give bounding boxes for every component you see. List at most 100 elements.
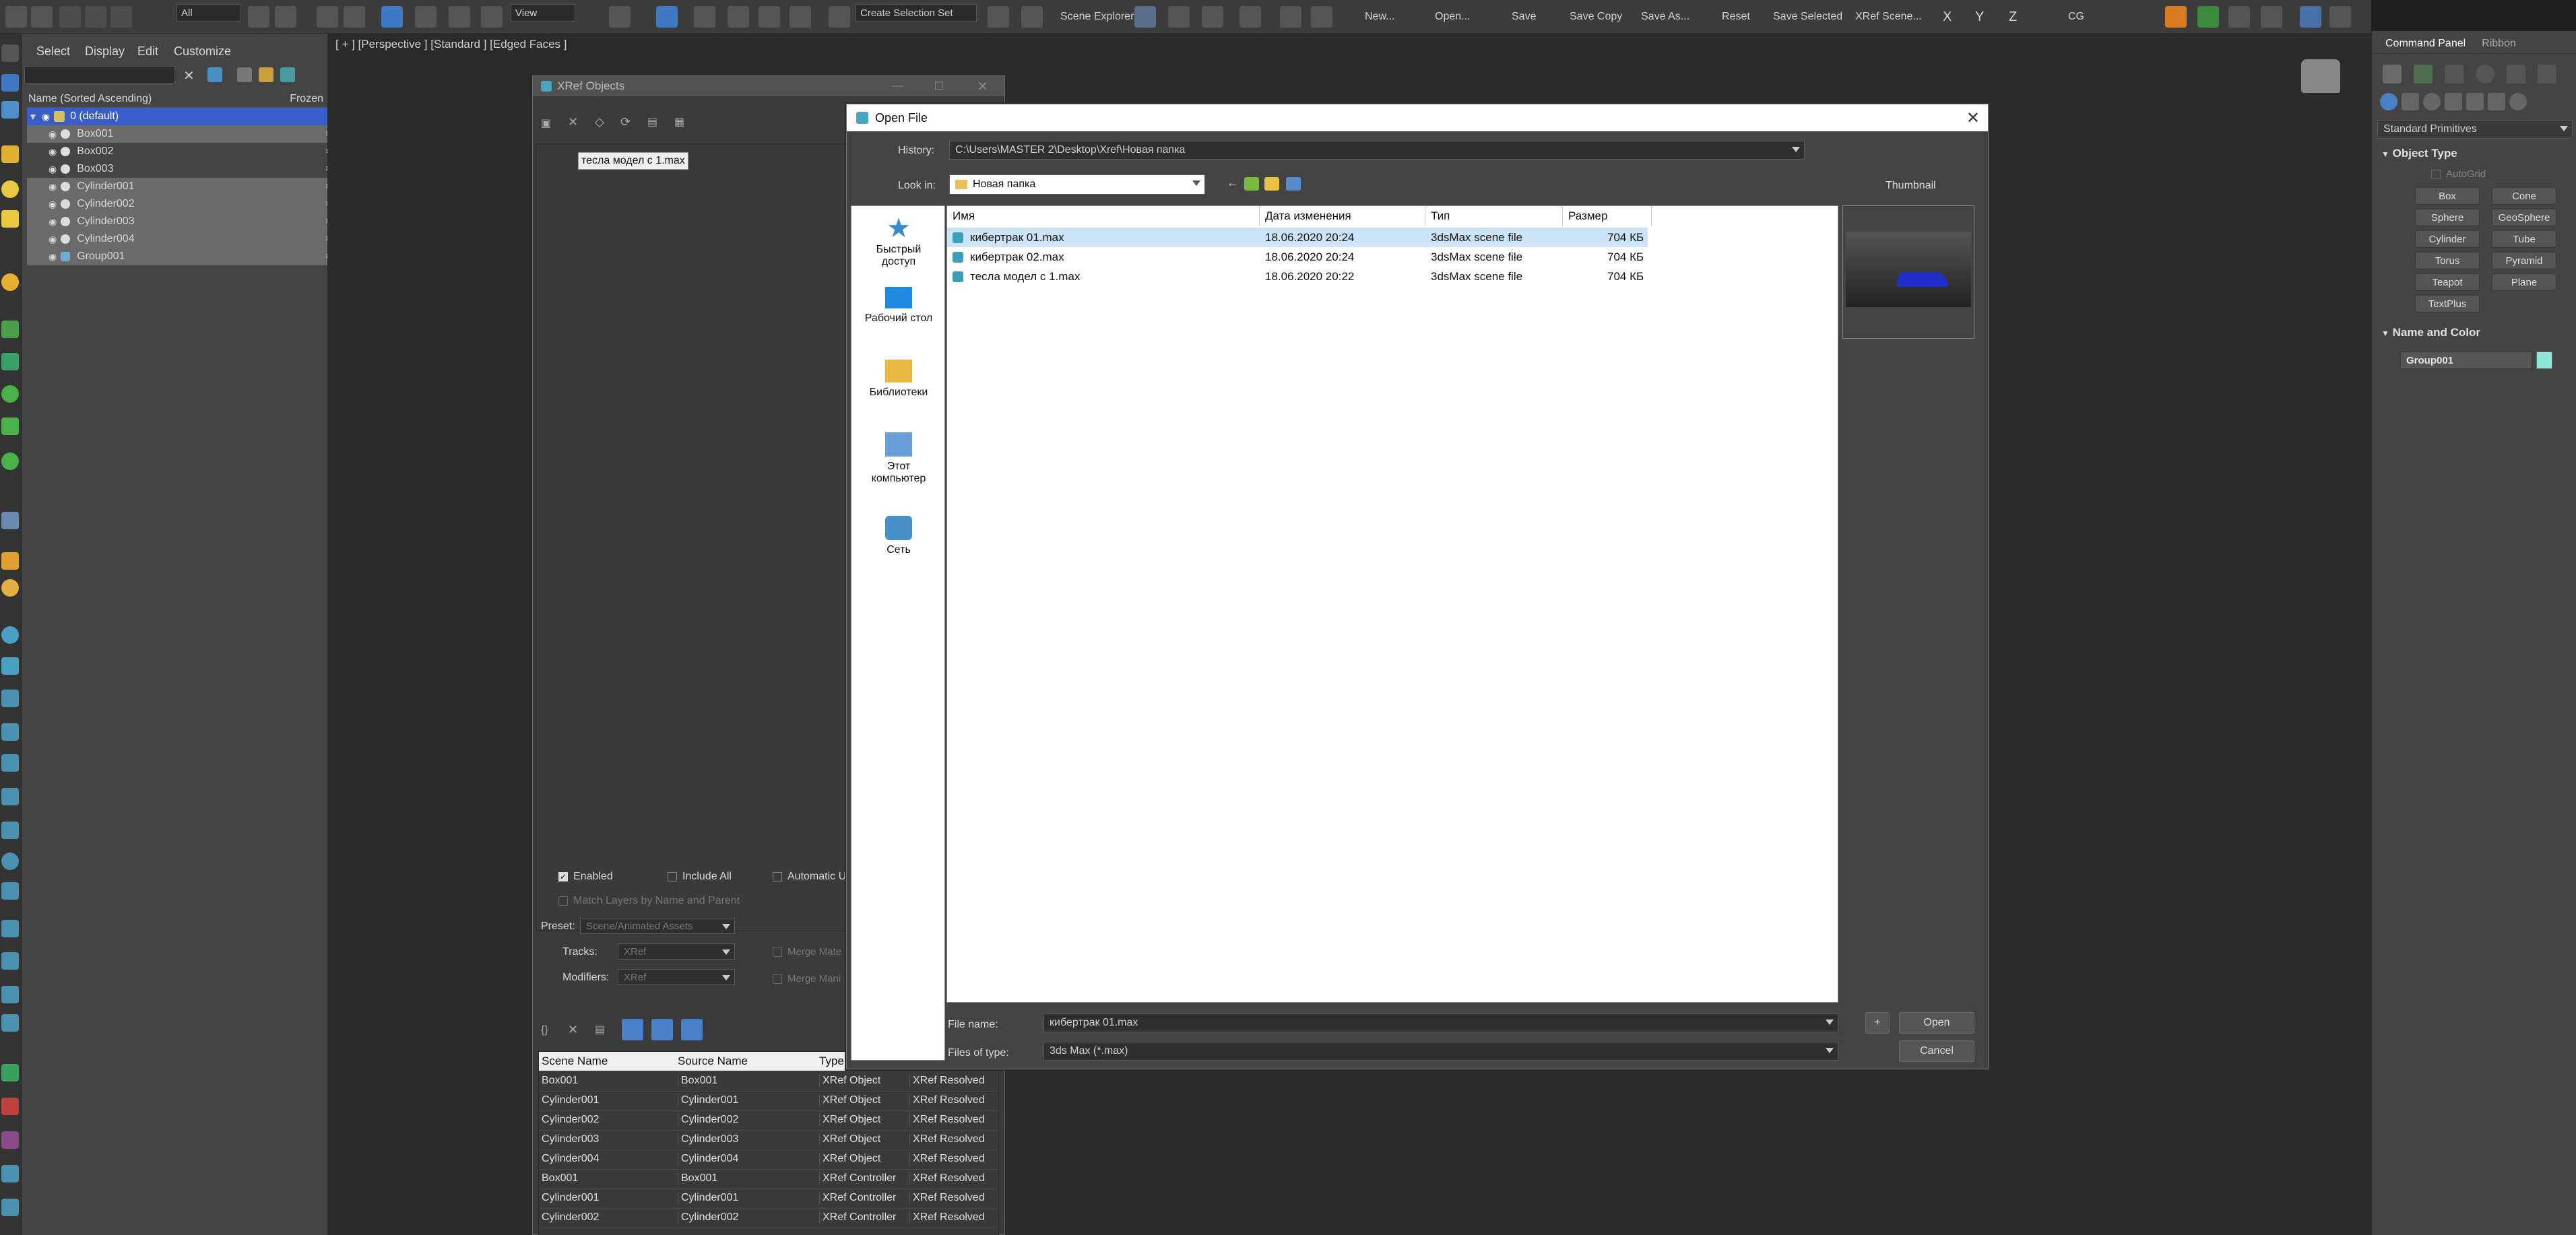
- link-icon[interactable]: [59, 6, 81, 28]
- link-filter-icon[interactable]: [1, 920, 19, 937]
- curve-editor-icon[interactable]: [1168, 6, 1190, 28]
- create-tab-icon[interactable]: [2383, 65, 2402, 84]
- file-row[interactable]: кибертрак 02.max 18.06.2020 20:24 3dsMax s…: [947, 247, 1648, 267]
- place-desktop[interactable]: Рабочий стол: [851, 287, 946, 325]
- column-name-header[interactable]: Name (Sorted Ascending): [28, 93, 152, 105]
- object-type-rollout[interactable]: ▼ Object Type: [2381, 147, 2457, 160]
- spacewarps-category-icon[interactable]: [2488, 93, 2505, 110]
- xref-scene-button[interactable]: XRef Scene...: [1855, 5, 1922, 28]
- selection-filter-dropdown[interactable]: All: [176, 4, 241, 22]
- visibility-icon[interactable]: ◉: [49, 199, 57, 210]
- open-button[interactable]: Open...: [1435, 5, 1470, 28]
- clear-search-icon[interactable]: ✕: [183, 67, 195, 84]
- close-icon[interactable]: ✕: [977, 78, 988, 95]
- lights-category-icon[interactable]: [2423, 93, 2441, 110]
- assets-icon[interactable]: [1, 1165, 19, 1182]
- header-type[interactable]: Type: [819, 1055, 844, 1068]
- visibility-icon[interactable]: ◉: [49, 129, 57, 140]
- spinner-snap-icon[interactable]: [790, 6, 811, 28]
- sun-icon[interactable]: [1, 273, 19, 291]
- render-icon[interactable]: [1311, 6, 1332, 28]
- cone-button[interactable]: Cone: [2492, 187, 2556, 205]
- layer-row[interactable]: ▼ ◉ 0 (default): [27, 108, 349, 125]
- scene-object-row[interactable]: ◉Box002❄: [27, 143, 349, 160]
- image-icon[interactable]: [2300, 6, 2321, 28]
- file-list[interactable]: Имя Дата изменения Тип Размер кибертрак …: [946, 205, 1838, 1003]
- up-folder-icon[interactable]: [1244, 177, 1259, 191]
- place-network[interactable]: Сеть: [851, 516, 946, 556]
- modify-tab-icon[interactable]: [2414, 65, 2433, 84]
- axis-y-button[interactable]: Y: [1975, 5, 1984, 28]
- viewcube-icon[interactable]: [2301, 59, 2340, 93]
- reset-button[interactable]: Reset: [1722, 5, 1750, 28]
- bind-spacewarp-icon[interactable]: [110, 6, 132, 28]
- cameras-category-icon[interactable]: [2445, 93, 2462, 110]
- object-color-swatch[interactable]: [2536, 352, 2552, 369]
- scroll-down-icon[interactable]: [1, 1064, 19, 1081]
- pivot-icon[interactable]: [609, 6, 631, 28]
- hierarchy-tab-icon[interactable]: [2445, 65, 2464, 84]
- scene-object-row[interactable]: ◉Cylinder003❄: [27, 213, 349, 230]
- settings-tool-icon[interactable]: [1, 1199, 19, 1216]
- save-as-button[interactable]: Save As...: [1641, 5, 1689, 28]
- visibility-icon[interactable]: ◉: [49, 234, 57, 245]
- file-name-input[interactable]: кибертрак 01.max: [1043, 1013, 1838, 1032]
- visibility-icon[interactable]: ◉: [49, 164, 57, 175]
- geometry-category-icon[interactable]: [2380, 93, 2397, 110]
- tab-command-panel[interactable]: Command Panel: [2385, 38, 2466, 50]
- particle-icon[interactable]: [1, 579, 19, 597]
- open-button[interactable]: Open: [1899, 1012, 1974, 1034]
- file-row[interactable]: тесла модел с 1.max 18.06.2020 20:22 3dsMa…: [947, 267, 1648, 286]
- hierarchy-icon[interactable]: [1, 101, 19, 119]
- modifiers-dropdown[interactable]: XRef: [618, 969, 735, 985]
- layer-sort-icon[interactable]: [1, 74, 19, 92]
- new-layer-icon[interactable]: [259, 67, 273, 82]
- undo-icon[interactable]: [5, 6, 27, 28]
- close-icon[interactable]: ✕: [1966, 108, 1980, 128]
- angle-snap-icon[interactable]: [728, 6, 749, 28]
- display-tab-icon[interactable]: [2507, 65, 2525, 84]
- viewport-label[interactable]: [ + ] [Perspective ] [Standard ] [Edged …: [335, 38, 567, 51]
- axis-x-button[interactable]: X: [1943, 5, 1952, 28]
- file-row[interactable]: кибертрак 01.max 18.06.2020 20:24 3dsMax s…: [947, 228, 1648, 247]
- refresh-icon[interactable]: ⟳: [620, 115, 631, 129]
- spacewarp-icon[interactable]: [1, 418, 19, 435]
- xref-table-row[interactable]: Box001 Box001 XRef Object XRef Resolved: [539, 1072, 998, 1092]
- chart-tool-icon[interactable]: [1, 1131, 19, 1149]
- red-tool-icon[interactable]: [1, 1098, 19, 1115]
- column-size[interactable]: Размер: [1563, 206, 1652, 226]
- textplus-button[interactable]: TextPlus: [2415, 295, 2480, 312]
- expand-list-icon[interactable]: {}: [541, 1024, 548, 1036]
- scale-icon[interactable]: [449, 6, 470, 28]
- enabled-checkbox[interactable]: ✓ Enabled: [558, 871, 613, 883]
- helpers-category-icon[interactable]: [2466, 93, 2484, 110]
- preset-dropdown[interactable]: Scene/Animated Assets: [580, 918, 735, 934]
- menu-select[interactable]: Select: [36, 44, 70, 59]
- torus-button[interactable]: Torus: [2415, 252, 2480, 269]
- visibility-icon[interactable]: ◉: [49, 181, 57, 193]
- material-editor-icon[interactable]: [1239, 6, 1261, 28]
- light-icon[interactable]: [1, 180, 19, 198]
- merge-icon[interactable]: ▤: [647, 115, 657, 129]
- move-icon[interactable]: [381, 6, 403, 28]
- xref-table-row[interactable]: Cylinder001 Cylinder001 XRef Controller XRe…: [539, 1189, 998, 1209]
- window-crossing-icon[interactable]: [344, 6, 365, 28]
- group-filter-icon[interactable]: [1, 822, 19, 839]
- select-object-icon[interactable]: [248, 6, 269, 28]
- plugin-icon[interactable]: [2197, 6, 2219, 28]
- materials-filter-icon[interactable]: [681, 1019, 703, 1040]
- merge-materials-checkbox[interactable]: Merge Mate: [773, 946, 841, 958]
- column-type[interactable]: Тип: [1425, 206, 1563, 226]
- system-icon[interactable]: [1, 453, 19, 470]
- files-of-type-dropdown[interactable]: 3ds Max (*.max): [1043, 1042, 1838, 1061]
- visibility-icon[interactable]: ◉: [49, 251, 57, 263]
- visibility-icon[interactable]: ◉: [49, 146, 57, 158]
- maximize-icon[interactable]: ☐: [934, 79, 944, 93]
- shapes-category-icon[interactable]: [2402, 93, 2419, 110]
- save-selected-button[interactable]: Save Selected: [1773, 5, 1842, 28]
- sphere-button[interactable]: Sphere: [2415, 209, 2480, 226]
- minimize-icon[interactable]: —: [893, 80, 903, 92]
- plane-button[interactable]: Plane: [2492, 273, 2556, 291]
- xref-table-row[interactable]: Cylinder004 Cylinder004 XRef Object XRef Re…: [539, 1150, 998, 1170]
- back-icon[interactable]: ←: [1227, 176, 1239, 190]
